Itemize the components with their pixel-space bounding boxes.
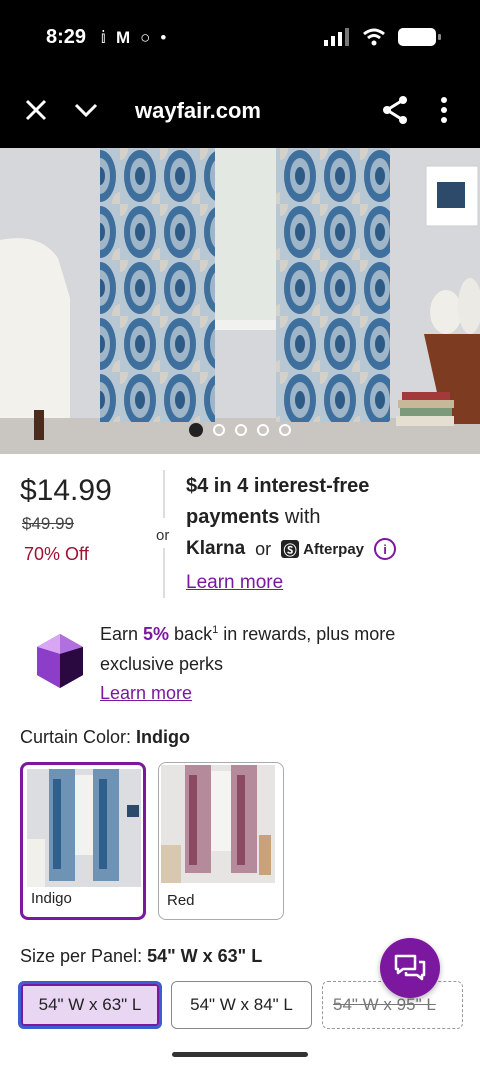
red-thumbnail	[161, 765, 275, 883]
gallery-dot[interactable]	[189, 423, 203, 437]
color-option-label: Red	[167, 892, 195, 909]
dot-icon: •	[160, 28, 167, 47]
chevron-down-icon[interactable]	[72, 96, 100, 124]
divider	[163, 548, 165, 598]
rewards-text: Earn 5% back1 in rewards, plus more	[100, 624, 396, 644]
page-url: wayfair.com	[135, 98, 261, 123]
indigo-thumbnail	[27, 769, 141, 887]
afterpay-icon: Ⓢ	[281, 540, 300, 558]
top-bar: 8:29 𝕚 M ○ • wayfair.com	[0, 0, 480, 148]
rewards-gem-icon	[37, 634, 83, 688]
gallery-dot[interactable]	[257, 424, 269, 436]
color-option-red[interactable]: Red	[158, 762, 284, 920]
divider	[163, 470, 165, 518]
wifi-icon	[363, 28, 385, 46]
payment-providers: Klarna or Ⓢ Afterpay i	[186, 538, 397, 560]
color-heading: Curtain Color: Indigo	[20, 727, 191, 747]
home-indicator[interactable]	[172, 1052, 308, 1057]
installment-line-2: payments with	[186, 506, 321, 528]
chat-icon	[394, 954, 426, 981]
gmail-icon: M	[115, 28, 131, 47]
close-icon[interactable]	[22, 96, 50, 124]
rewards-learn-more-link[interactable]: Learn more	[100, 683, 192, 704]
original-price: $49.99	[22, 514, 74, 533]
product-image[interactable]	[0, 148, 480, 454]
chat-button[interactable]	[380, 938, 440, 998]
gallery-dot[interactable]	[235, 424, 247, 436]
rewards-text-2: exclusive perks	[100, 654, 224, 674]
discount-label: 70% Off	[24, 544, 89, 564]
size-option-84[interactable]: 54" W x 84" L	[171, 981, 312, 1029]
klarna-logo: Klarna	[186, 538, 246, 559]
more-options-icon[interactable]	[434, 94, 454, 126]
payments-learn-more-link[interactable]: Learn more	[186, 572, 283, 594]
gallery-dot[interactable]	[213, 424, 225, 436]
status-bar: 8:29 𝕚 M ○ •	[0, 0, 480, 78]
info-icon[interactable]: i	[374, 538, 397, 560]
color-option-label: Indigo	[31, 890, 72, 907]
share-icon[interactable]	[380, 94, 410, 126]
installment-line: $4 in 4 interest-free	[186, 475, 370, 497]
info-icon: 𝕚	[100, 28, 106, 47]
signal-icon	[324, 28, 349, 46]
battery-icon	[398, 28, 441, 46]
status-time: 8:29	[46, 26, 87, 48]
whatsapp-icon: ○	[140, 28, 151, 47]
gallery-dots	[0, 423, 480, 437]
size-heading: Size per Panel: 54" W x 63" L	[20, 946, 263, 966]
browser-header: wayfair.com	[0, 80, 480, 144]
color-option-indigo[interactable]: Indigo	[20, 762, 146, 920]
afterpay-logo: Ⓢ Afterpay	[281, 540, 364, 558]
or-label: or	[156, 527, 170, 544]
sale-price: $14.99	[20, 474, 112, 507]
product-photo	[0, 148, 480, 454]
gallery-dot[interactable]	[279, 424, 291, 436]
size-option-63[interactable]: 54" W x 63" L	[18, 981, 162, 1029]
